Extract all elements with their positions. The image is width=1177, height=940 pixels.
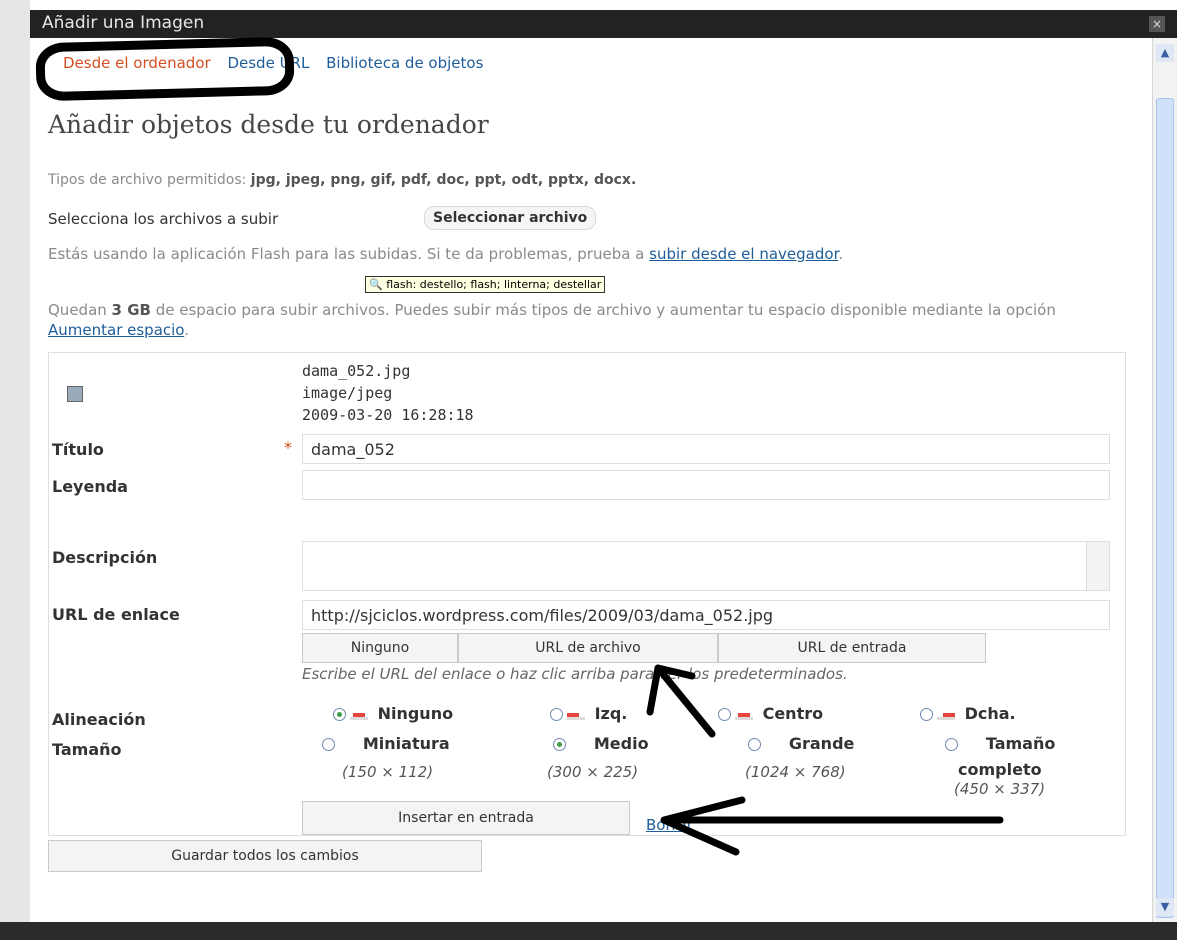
hand-drawn-arrows [646, 664, 1004, 856]
arrow-to-file-url [646, 664, 716, 738]
arrow-to-delete [660, 796, 1004, 856]
bottom-bar [0, 922, 1177, 940]
